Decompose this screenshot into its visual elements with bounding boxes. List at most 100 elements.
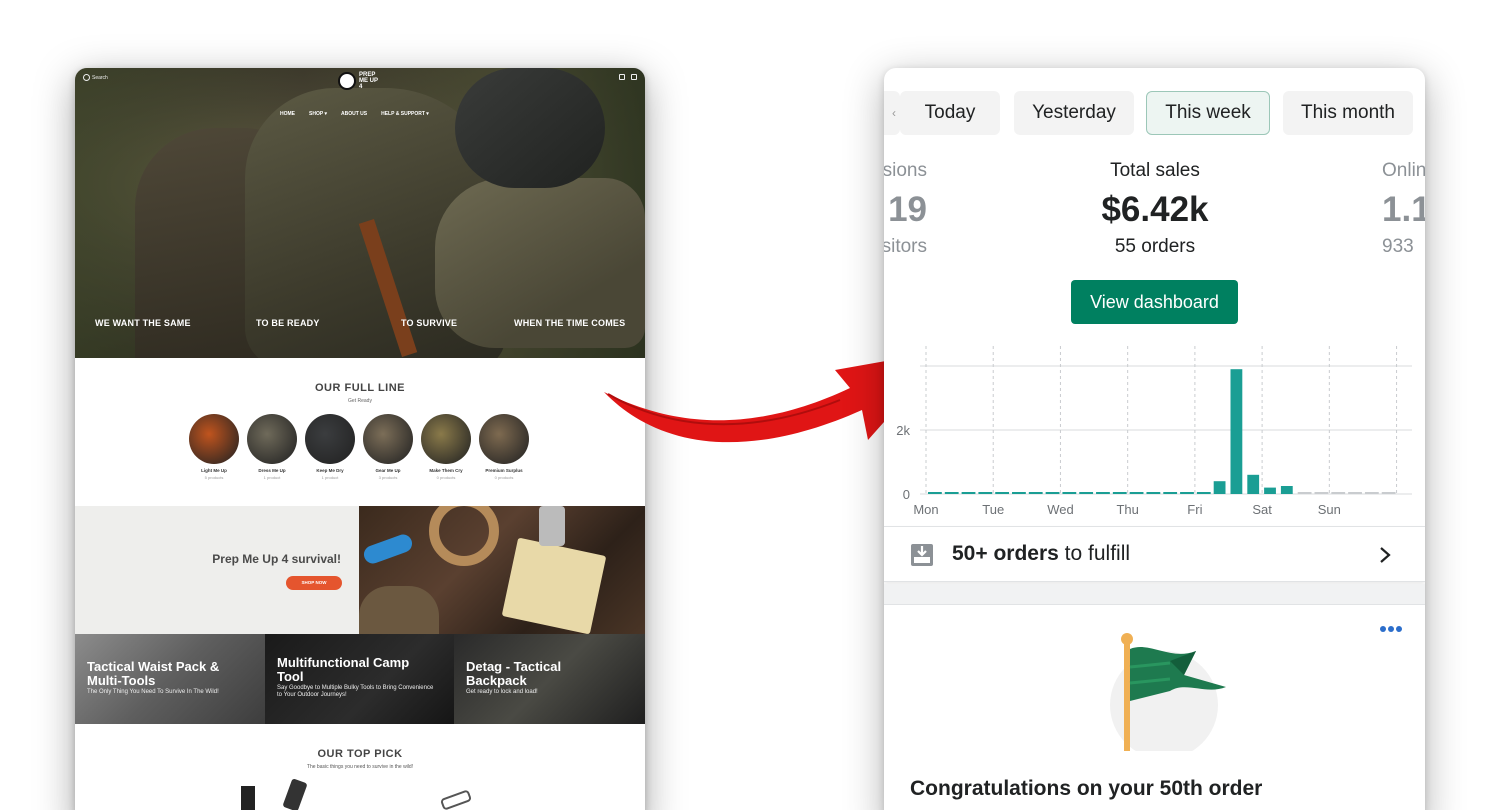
chevron-right-icon xyxy=(1380,547,1391,563)
chart-bar[interactable] xyxy=(1364,492,1379,494)
search-icon xyxy=(83,74,90,81)
more-options-icon[interactable] xyxy=(1379,625,1403,633)
section-subtitle: The basic things you need to survive in … xyxy=(306,764,414,770)
category-item[interactable]: Gear Me Up 3 products xyxy=(363,414,413,480)
chart-bar[interactable] xyxy=(1129,492,1144,494)
admin-app-window: ‹ Today Yesterday This week This month s… xyxy=(884,68,1425,810)
chart-bar[interactable] xyxy=(1230,369,1243,494)
x-tick-label: Tue xyxy=(982,502,1004,517)
hero-word: WE WANT THE SAME xyxy=(95,318,191,328)
cart-icon[interactable] xyxy=(631,74,637,80)
category-image xyxy=(247,414,297,464)
chart-bar[interactable] xyxy=(1348,492,1362,494)
store-menu: HOME SHOP ▾ ABOUT US HELP & SUPPORT ▾ xyxy=(280,111,429,117)
x-tick-label: Mon xyxy=(913,502,938,517)
hero-tagline: WE WANT THE SAME TO BE READY TO SURVIVE … xyxy=(75,318,645,332)
category-item[interactable]: Light Me Up 5 products xyxy=(189,414,239,480)
metric-sessions[interactable]: sions 19 sitors xyxy=(884,160,927,258)
category-item[interactable]: Dress Me Up 1 product xyxy=(247,414,297,480)
chart-bar[interactable] xyxy=(1045,492,1060,494)
hero-word: TO BE READY xyxy=(256,318,320,328)
product-thumb[interactable] xyxy=(439,789,473,810)
menu-item-help[interactable]: HELP & SUPPORT ▾ xyxy=(381,111,429,117)
category-item[interactable]: Keep Me Dry 1 product xyxy=(305,414,355,480)
chart-bar[interactable] xyxy=(1213,481,1226,494)
store-header: Search PREP ME UP 4 HOME SHOP ▾ ABOUT US… xyxy=(75,68,645,128)
sales-chart: 2k 0 Mon Tue Wed Thu Fri Sat Sun xyxy=(884,338,1425,518)
y-tick-label: 2k xyxy=(896,423,910,438)
menu-item-home[interactable]: HOME xyxy=(280,111,295,117)
orders-to-fulfill-row[interactable]: 50+ orders to fulfill xyxy=(884,526,1425,582)
period-this-month[interactable]: This month xyxy=(1283,91,1413,135)
chart-bar[interactable] xyxy=(1196,492,1211,494)
period-overflow-indicator: ‹ xyxy=(884,91,900,135)
chart-bar[interactable] xyxy=(1297,492,1312,494)
chart-bar[interactable] xyxy=(1247,474,1260,494)
view-dashboard-button[interactable]: View dashboard xyxy=(1071,280,1238,324)
product-thumb[interactable] xyxy=(282,778,308,810)
menu-item-about[interactable]: ABOUT US xyxy=(341,111,367,117)
shop-now-button[interactable]: SHOP NOW xyxy=(286,576,342,590)
chart-bar[interactable] xyxy=(995,492,1010,494)
chart-bar[interactable] xyxy=(961,492,976,494)
hero-banner: Search PREP ME UP 4 HOME SHOP ▾ ABOUT US… xyxy=(75,68,645,358)
x-tick-label: Sun xyxy=(1318,502,1341,517)
sales-chart-svg: 2k 0Mon Tue Wed Thu Fri Sat Sun xyxy=(896,346,1412,517)
chart-bar[interactable] xyxy=(1381,492,1396,494)
category-list: Light Me Up 5 products Dress Me Up 1 produc… xyxy=(189,414,529,480)
category-image xyxy=(421,414,471,464)
store-search[interactable]: Search xyxy=(83,74,108,81)
y-tick-label: 0 xyxy=(903,487,910,502)
chart-bar[interactable] xyxy=(1331,492,1346,494)
hero-word: WHEN THE TIME COMES xyxy=(514,318,626,328)
feature-tiles: Tactical Waist Pack & Multi-Tools The On… xyxy=(75,634,645,724)
top-pick-section: OUR TOP PICK The basic things you need t… xyxy=(75,724,645,810)
chart-bar[interactable] xyxy=(1012,492,1026,494)
chart-bar[interactable] xyxy=(944,492,959,494)
category-item[interactable]: Make Them Cry 0 products xyxy=(421,414,471,480)
period-this-week[interactable]: This week xyxy=(1146,91,1270,135)
menu-item-shop[interactable]: SHOP ▾ xyxy=(309,111,327,117)
tile-camp-tool[interactable]: Multifunctional Camp Tool Say Goodbye to… xyxy=(265,634,454,724)
chart-bar[interactable] xyxy=(1062,492,1077,494)
account-icon[interactable] xyxy=(619,74,625,80)
x-tick-label: Fri xyxy=(1187,502,1202,517)
chart-bar[interactable] xyxy=(978,492,993,494)
chart-bar[interactable] xyxy=(1112,492,1127,494)
chart-bar[interactable] xyxy=(1280,486,1293,494)
chart-bar[interactable] xyxy=(1096,492,1110,494)
tile-backpack[interactable]: Detag - Tactical Backpack Get ready to l… xyxy=(454,634,645,724)
chart-bar[interactable] xyxy=(1146,492,1161,494)
category-image xyxy=(479,414,529,464)
composite-canvas: Search PREP ME UP 4 HOME SHOP ▾ ABOUT US… xyxy=(0,0,1491,810)
x-tick-label: Thu xyxy=(1116,502,1138,517)
period-today[interactable]: Today xyxy=(900,91,1000,135)
chart-bar[interactable] xyxy=(1180,492,1194,494)
section-subtitle: Get Ready xyxy=(348,398,372,404)
x-tick-label: Wed xyxy=(1047,502,1074,517)
category-image xyxy=(189,414,239,464)
chart-bar[interactable] xyxy=(1079,492,1094,494)
metric-total-sales[interactable]: Total sales $6.42k 55 orders xyxy=(1054,160,1256,258)
chart-bar[interactable] xyxy=(928,492,942,494)
period-selector: ‹ Today Yesterday This week This month xyxy=(884,91,1425,135)
product-thumb[interactable] xyxy=(241,786,255,810)
category-image xyxy=(363,414,413,464)
period-yesterday[interactable]: Yesterday xyxy=(1014,91,1134,135)
chart-bar[interactable] xyxy=(1264,487,1276,494)
chart-bar[interactable] xyxy=(1163,492,1178,494)
chart-bar[interactable] xyxy=(1314,492,1329,494)
hero-word: TO SURVIVE xyxy=(401,318,458,328)
x-tick-label: Sat xyxy=(1252,502,1272,517)
category-item[interactable]: Premium Surplus 0 products xyxy=(479,414,529,480)
flag-icon xyxy=(1110,633,1226,751)
metric-online[interactable]: Onlin 1.1 933 xyxy=(1382,160,1425,258)
chart-bar[interactable] xyxy=(1028,492,1043,494)
store-logo[interactable]: PREP ME UP 4 xyxy=(338,72,379,90)
tile-waist-pack[interactable]: Tactical Waist Pack & Multi-Tools The On… xyxy=(75,634,265,724)
section-title: OUR FULL LINE xyxy=(314,382,405,394)
section-title: OUR TOP PICK xyxy=(317,748,403,760)
logo-mark-icon xyxy=(338,72,356,90)
download-box-icon xyxy=(911,544,933,566)
full-line-section: OUR FULL LINE Get Ready Light Me Up 5 pro… xyxy=(75,358,645,506)
